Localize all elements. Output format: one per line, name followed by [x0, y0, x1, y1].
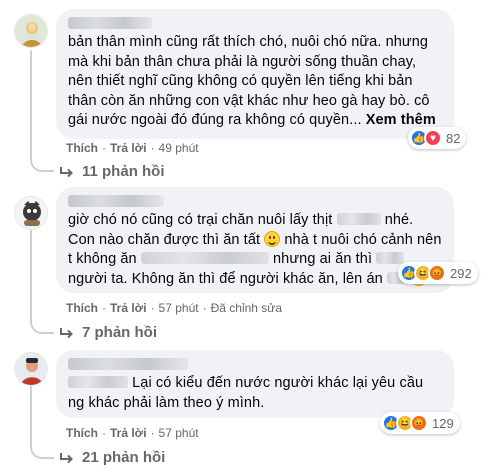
thread-elbow: [30, 156, 54, 172]
comment-bubble: giờ chó nó cũng có trại chăn nuôi lấy th…: [56, 187, 454, 293]
timestamp[interactable]: 57 phút: [159, 301, 199, 315]
reply-arrow-icon: [60, 327, 73, 338]
redacted-text: [336, 213, 381, 225]
thread-line: [30, 230, 32, 322]
reply-button[interactable]: Trả lời: [110, 426, 147, 440]
replies-label: 7 phản hồi: [82, 324, 157, 341]
redacted-text: [68, 376, 128, 388]
smile-emoji-icon: [264, 230, 281, 247]
comment-text: giờ chó nó cũng có trại chăn nuôi lấy th…: [68, 212, 442, 287]
replies-label: 21 phản hồi: [82, 449, 166, 466]
separator: ·: [102, 426, 106, 440]
reply-button[interactable]: Trả lời: [110, 301, 147, 315]
love-reaction-icon: ♥: [424, 129, 442, 147]
view-replies-button[interactable]: 11 phản hồi: [60, 163, 165, 180]
timestamp[interactable]: 57 phút: [159, 426, 199, 440]
reply-button[interactable]: Trả lời: [110, 141, 147, 155]
comment-bubble: bản thân mình cũng rất thích chó, nuôi c…: [56, 9, 454, 139]
angry-reaction-icon: 😡: [410, 414, 428, 432]
comment-text: bản thân mình cũng rất thích chó, nuôi c…: [68, 34, 436, 128]
author-name-redacted[interactable]: [68, 195, 164, 207]
reaction-summary[interactable]: 👍 😆 😡 129: [380, 412, 460, 434]
comment-bubble: Lại có kiểu đến nước người khác lại yêu …: [56, 350, 454, 418]
thread-line: [30, 385, 32, 447]
separator: ·: [202, 301, 207, 315]
redacted-text: [376, 252, 405, 264]
view-replies-button[interactable]: 7 phản hồi: [60, 324, 157, 341]
like-button[interactable]: Thích: [66, 301, 98, 315]
replies-label: 11 phản hồi: [82, 163, 165, 180]
view-replies-button[interactable]: 21 phản hồi: [60, 449, 165, 466]
edited-label: Đã chỉnh sửa: [210, 301, 282, 315]
reaction-count: 292: [450, 265, 472, 281]
thread-line: [30, 50, 32, 160]
timestamp[interactable]: 49 phút: [159, 141, 199, 155]
separator: ·: [102, 301, 106, 315]
separator: ·: [102, 141, 106, 155]
avatar[interactable]: [14, 14, 48, 48]
author-name-redacted[interactable]: [68, 358, 188, 370]
separator: ·: [150, 141, 155, 155]
reply-arrow-icon: [60, 452, 73, 463]
reaction-count: 129: [432, 415, 454, 431]
thread-elbow: [30, 318, 54, 334]
comment-text: Lại có kiểu đến nước người khác lại yêu …: [68, 375, 424, 411]
reaction-count: 82: [446, 130, 461, 146]
author-name-redacted[interactable]: [68, 17, 152, 29]
comment-actions: Thích · Trả lời · 49 phút: [66, 141, 199, 155]
comment-actions: Thích · Trả lời · 57 phút · Đã chỉnh sửa: [66, 301, 282, 315]
angry-reaction-icon: 😡: [428, 264, 446, 282]
thread-elbow: [30, 443, 54, 459]
separator: ·: [150, 426, 155, 440]
like-button[interactable]: Thích: [66, 426, 98, 440]
see-more-link[interactable]: Xem thêm: [366, 112, 436, 128]
redacted-text: [140, 252, 269, 264]
reaction-summary[interactable]: 👍 😆 😡 292: [398, 262, 478, 284]
avatar[interactable]: [14, 352, 48, 386]
separator: ·: [150, 301, 155, 315]
reply-arrow-icon: [60, 166, 73, 177]
like-button[interactable]: Thích: [66, 141, 98, 155]
comment-actions: Thích · Trả lời · 57 phút: [66, 426, 199, 440]
reaction-summary[interactable]: 👍 ♥ 82: [408, 127, 467, 149]
avatar[interactable]: [14, 196, 48, 230]
